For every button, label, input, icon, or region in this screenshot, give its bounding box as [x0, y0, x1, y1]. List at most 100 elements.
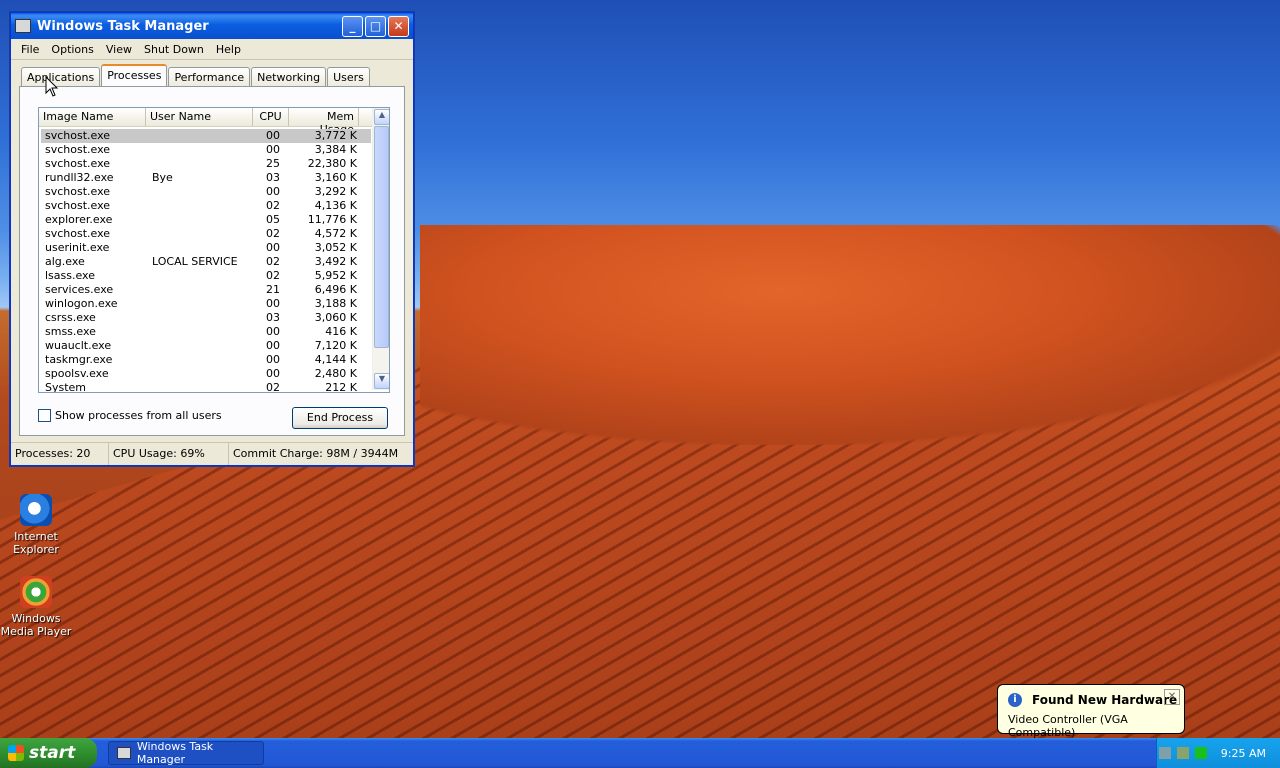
desktop-icon-label: Internet Explorer: [13, 530, 59, 556]
table-row[interactable]: svchost.exe 00 3,772 K: [41, 129, 371, 143]
menu-file[interactable]: File: [15, 43, 45, 56]
hardware-icon[interactable]: [1176, 747, 1189, 759]
scroll-down-icon[interactable]: ▼: [374, 373, 389, 389]
status-process-count: Processes: 20: [11, 443, 109, 465]
taskbar-button-task-manager[interactable]: Windows Task Manager: [108, 740, 264, 766]
tab-users[interactable]: Users: [327, 67, 370, 88]
column-user-name[interactable]: User Name: [146, 108, 253, 126]
process-mem-usage: 3,060 K: [314, 311, 357, 324]
hardware-notification-balloon[interactable]: i Found New Hardware Video Controller (V…: [997, 684, 1185, 739]
process-image-name: csrss.exe: [45, 311, 96, 324]
menu-bar: File Options View Shut Down Help: [11, 39, 413, 60]
table-row[interactable]: wuauclt.exe 00 7,120 K: [41, 339, 371, 353]
process-image-name: svchost.exe: [45, 143, 111, 156]
process-mem-usage: 3,188 K: [314, 297, 357, 310]
show-all-checkbox[interactable]: [38, 409, 51, 422]
maximize-button[interactable]: □: [365, 15, 386, 37]
window-title: Windows Task Manager: [37, 18, 209, 34]
balloon-title: Found New Hardware: [1032, 693, 1178, 707]
desktop-icon-label: Windows Media Player: [0, 612, 72, 638]
process-mem-usage: 3,052 K: [314, 241, 357, 254]
process-user-name: [148, 143, 255, 157]
table-row[interactable]: lsass.exe 02 5,952 K: [41, 269, 371, 283]
desktop-icon-media-player[interactable]: Windows Media Player: [0, 576, 74, 638]
process-user-name: [148, 367, 255, 381]
table-row[interactable]: svchost.exe 02 4,136 K: [41, 199, 371, 213]
process-mem-usage: 3,292 K: [314, 185, 357, 198]
table-row[interactable]: rundll32.exe Bye 03 3,160 K: [41, 171, 371, 185]
process-cpu: 00: [266, 297, 280, 310]
table-row[interactable]: spoolsv.exe 00 2,480 K: [41, 367, 371, 381]
menu-view[interactable]: View: [100, 43, 138, 56]
table-row[interactable]: userinit.exe 00 3,052 K: [41, 241, 371, 255]
process-mem-usage: 22,380 K: [307, 157, 357, 170]
process-image-name: services.exe: [45, 283, 114, 296]
table-row[interactable]: winlogon.exe 00 3,188 K: [41, 297, 371, 311]
tab-performance[interactable]: Performance: [168, 67, 251, 88]
process-list[interactable]: Image Name User Name CPU Mem Usage svcho…: [38, 107, 390, 393]
scroll-up-icon[interactable]: ▲: [374, 109, 389, 125]
table-row[interactable]: svchost.exe 02 4,572 K: [41, 227, 371, 241]
balloon-close-icon[interactable]: ✕: [1164, 689, 1180, 705]
vertical-scrollbar[interactable]: ▲ ▼: [372, 108, 389, 390]
table-row[interactable]: svchost.exe 00 3,384 K: [41, 143, 371, 157]
process-image-name: svchost.exe: [45, 157, 111, 170]
table-row[interactable]: explorer.exe 05 11,776 K: [41, 213, 371, 227]
end-process-button[interactable]: End Process: [292, 407, 388, 429]
process-image-name: explorer.exe: [45, 213, 113, 226]
process-image-name: System: [45, 381, 87, 393]
taskbar-button-label: Windows Task Manager: [136, 740, 214, 766]
taskbar: start Windows Task Manager 9:25 AM: [0, 738, 1280, 768]
process-cpu: 03: [266, 311, 280, 324]
process-user-name: [148, 297, 255, 311]
process-mem-usage: 3,492 K: [314, 255, 357, 268]
table-row[interactable]: svchost.exe 25 22,380 K: [41, 157, 371, 171]
process-cpu: 02: [266, 381, 280, 393]
table-row[interactable]: smss.exe 00 416 K: [41, 325, 371, 339]
title-bar[interactable]: Windows Task Manager _ □ ✕: [11, 13, 413, 39]
process-mem-usage: 4,136 K: [314, 199, 357, 212]
minimize-button[interactable]: _: [342, 15, 363, 37]
menu-options[interactable]: Options: [45, 43, 99, 56]
process-image-name: userinit.exe: [45, 241, 110, 254]
show-all-processes-option[interactable]: Show processes from all users: [38, 409, 222, 422]
process-user-name: LOCAL SERVICE: [152, 255, 238, 268]
table-row[interactable]: svchost.exe 00 3,292 K: [41, 185, 371, 199]
status-bar: Processes: 20 CPU Usage: 69% Commit Char…: [11, 442, 413, 465]
mouse-cursor-icon: [45, 76, 59, 97]
process-image-name: lsass.exe: [45, 269, 95, 282]
table-row[interactable]: services.exe 21 6,496 K: [41, 283, 371, 297]
column-mem-usage[interactable]: Mem Usage: [289, 108, 359, 136]
process-user-name: [148, 129, 255, 143]
windows-logo-icon: [8, 745, 24, 761]
process-user-name: [148, 199, 255, 213]
close-button[interactable]: ✕: [388, 15, 409, 37]
process-cpu: 25: [266, 157, 280, 170]
clock[interactable]: 9:25 AM: [1221, 747, 1266, 760]
process-cpu: 00: [266, 185, 280, 198]
wallpaper-dune: [420, 225, 1280, 445]
show-all-label: Show processes from all users: [55, 409, 222, 422]
tab-applications[interactable]: Applications: [21, 67, 101, 88]
column-image-name[interactable]: Image Name: [39, 108, 146, 126]
network-icon[interactable]: [1158, 747, 1171, 759]
process-image-name: spoolsv.exe: [45, 367, 109, 380]
process-cpu: 02: [266, 255, 280, 268]
tab-networking[interactable]: Networking: [251, 67, 327, 88]
table-row[interactable]: alg.exe LOCAL SERVICE 02 3,492 K: [41, 255, 371, 269]
start-label: start: [29, 743, 76, 763]
process-user-name: [148, 339, 255, 353]
process-image-name: rundll32.exe: [45, 171, 114, 184]
table-row[interactable]: taskmgr.exe 00 4,144 K: [41, 353, 371, 367]
menu-help[interactable]: Help: [210, 43, 247, 56]
process-cpu: 00: [266, 143, 280, 156]
table-row[interactable]: System 02 212 K: [41, 381, 371, 393]
menu-shut-down[interactable]: Shut Down: [138, 43, 210, 56]
column-cpu[interactable]: CPU: [253, 108, 289, 126]
cpu-meter-icon[interactable]: [1194, 747, 1207, 759]
table-row[interactable]: csrss.exe 03 3,060 K: [41, 311, 371, 325]
desktop-icon-internet-explorer[interactable]: Internet Explorer: [0, 494, 74, 556]
scroll-thumb[interactable]: [374, 126, 389, 348]
start-button[interactable]: start: [0, 738, 97, 768]
process-image-name: alg.exe: [45, 255, 85, 268]
